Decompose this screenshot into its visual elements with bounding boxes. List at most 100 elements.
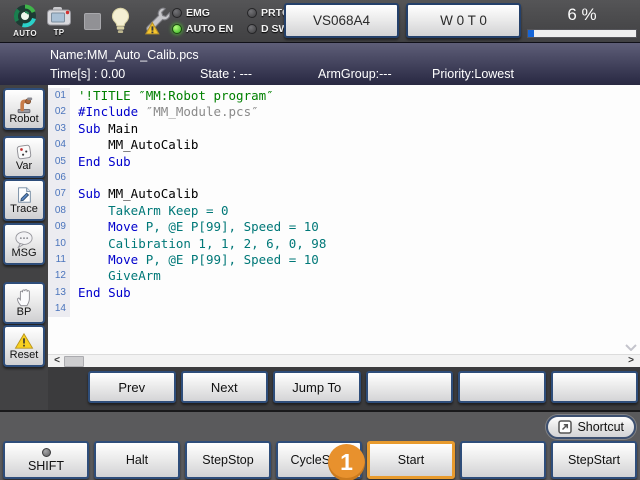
bottom-button-halt[interactable]: Halt	[94, 441, 180, 479]
scrollbar-thumb[interactable]	[64, 356, 84, 367]
sidebar-item-reset[interactable]: Reset	[3, 325, 45, 367]
line-number: 07	[48, 186, 70, 202]
bottom-button-label: StepStart	[568, 453, 620, 467]
sidebar-item-trace[interactable]: Trace	[3, 179, 45, 221]
prtct-led-icon	[247, 8, 257, 18]
line-number: 10	[48, 236, 70, 252]
sidebar-item-label: Robot	[9, 114, 38, 125]
code-line[interactable]: 14	[48, 301, 640, 317]
program-info-header: Name:MM_Auto_Calib.pcs Time[s] : 0.00 St…	[0, 42, 640, 85]
trace-document-icon	[15, 186, 33, 204]
bottom-button-shift[interactable]: SHIFT	[3, 441, 89, 479]
nav-button-blank-3[interactable]	[366, 371, 454, 403]
emg-led-label: EMG	[186, 7, 210, 19]
robot-type-button[interactable]: VS068A4	[284, 3, 399, 38]
code-line-text	[70, 170, 78, 186]
teach-pendant-screen: AUTO TP	[0, 0, 640, 480]
code-line-text: Move P, @E P[99], Speed = 10	[70, 219, 319, 235]
sidebar-item-var[interactable]: Var	[3, 136, 45, 178]
reset-warning-icon	[14, 332, 34, 350]
code-line-text: '!TITLE ″MM:Robot program″	[70, 88, 274, 104]
line-number: 06	[48, 170, 70, 186]
lamp-icon	[111, 7, 130, 40]
code-line-text: GiveArm	[70, 268, 161, 284]
bottom-button-label: Start	[398, 453, 424, 467]
bottom-button-blank[interactable]	[460, 441, 546, 479]
shortcut-arrow-icon	[558, 420, 572, 434]
bottom-button-label: StepStop	[202, 453, 253, 467]
code-line[interactable]: 04 MM_AutoCalib	[48, 137, 640, 153]
auto-swirl-icon	[13, 4, 37, 28]
scroll-down-chevron-icon[interactable]	[625, 344, 637, 351]
bottom-button-stepstart[interactable]: StepStart	[551, 441, 637, 479]
hand-stop-icon	[15, 288, 33, 307]
line-number: 01	[48, 88, 70, 104]
code-line-text: Calibration 1, 1, 2, 6, 0, 98	[70, 236, 326, 252]
sidebar-item-robot[interactable]: Robot	[3, 88, 45, 130]
program-time: Time[s] : 0.00	[50, 67, 125, 81]
auto-mode-icon: AUTO	[11, 4, 39, 38]
bottom-control-area: Shortcut SHIFTHaltStepStopCycleStopStart…	[0, 410, 640, 480]
speed-indicator: 6 %	[527, 2, 637, 38]
code-line[interactable]: 01'!TITLE ″MM:Robot program″	[48, 88, 640, 104]
auto-label: AUTO	[13, 29, 37, 38]
line-number: 13	[48, 285, 70, 301]
program-state: State : ---	[200, 67, 252, 81]
program-armgroup: ArmGroup:---	[318, 67, 392, 81]
inactive-mode-icon	[84, 13, 101, 30]
shortcut-button[interactable]: Shortcut	[546, 415, 636, 439]
speed-progress-fill	[528, 30, 534, 37]
sidebar-item-bp[interactable]: BP	[3, 282, 45, 324]
code-line[interactable]: 08 TakeArm Keep = 0	[48, 203, 640, 219]
nav-button-next[interactable]: Next	[181, 371, 269, 403]
line-number: 08	[48, 203, 70, 219]
program-priority: Priority:Lowest	[432, 67, 514, 81]
sidebar-item-msg[interactable]: MSG	[3, 223, 45, 265]
bottom-button-label: SHIFT	[28, 459, 64, 473]
code-line[interactable]: 10 Calibration 1, 1, 2, 6, 0, 98	[48, 236, 640, 252]
click-annotation-badge: 1	[328, 444, 365, 480]
nav-button-blank-5[interactable]	[551, 371, 639, 403]
bottom-button-start[interactable]: Start	[367, 441, 455, 479]
line-number: 04	[48, 137, 70, 153]
led-column-1: EMG AUTO EN	[172, 6, 233, 35]
code-line[interactable]: 07Sub MM_AutoCalib	[48, 186, 640, 202]
code-line-text: End Sub	[70, 285, 131, 301]
sidebar-item-label: Reset	[10, 350, 39, 361]
code-lines: 01'!TITLE ″MM:Robot program″02#Include ″…	[48, 85, 640, 317]
top-status-bar: AUTO TP	[0, 0, 640, 42]
nav-button-blank-4[interactable]	[458, 371, 546, 403]
bottom-button-stepstop[interactable]: StepStop	[185, 441, 271, 479]
emg-led-icon	[172, 8, 182, 18]
sidebar-item-label: Trace	[10, 204, 38, 215]
nav-button-prev[interactable]: Prev	[88, 371, 176, 403]
line-number: 14	[48, 301, 70, 317]
left-toolbar: Robot Var Trace MSG	[0, 85, 48, 410]
maintenance-warning-icon	[140, 6, 170, 41]
line-number: 03	[48, 121, 70, 137]
bottom-button-row: SHIFTHaltStepStopCycleStopStartStepStart	[3, 441, 637, 479]
code-line[interactable]: 11 Move P, @E P[99], Speed = 10	[48, 252, 640, 268]
code-line[interactable]: 09 Move P, @E P[99], Speed = 10	[48, 219, 640, 235]
shortcut-label: Shortcut	[577, 420, 624, 434]
robot-arm-icon	[14, 94, 34, 114]
nav-button-jump-to[interactable]: Jump To	[273, 371, 361, 403]
work-tool-button[interactable]: W 0 T 0	[406, 3, 521, 38]
code-line-text: #Include ″MM_Module.pcs″	[70, 104, 259, 120]
speed-progress-bar	[527, 29, 637, 38]
sidebar-item-label: BP	[17, 307, 32, 318]
code-line[interactable]: 12 GiveArm	[48, 268, 640, 284]
code-line-text: Sub Main	[70, 121, 138, 137]
horizontal-scrollbar[interactable]: < >	[48, 354, 640, 367]
tp-camera-icon	[46, 6, 72, 27]
code-line[interactable]: 05End Sub	[48, 154, 640, 170]
code-line[interactable]: 03Sub Main	[48, 121, 640, 137]
code-line[interactable]: 06	[48, 170, 640, 186]
line-number: 09	[48, 219, 70, 235]
code-line[interactable]: 02#Include ″MM_Module.pcs″	[48, 104, 640, 120]
code-line[interactable]: 13End Sub	[48, 285, 640, 301]
code-line-text: Move P, @E P[99], Speed = 10	[70, 252, 319, 268]
speed-percent-text: 6 %	[527, 2, 637, 27]
auto-en-led-row: AUTO EN	[172, 22, 233, 35]
program-code-editor[interactable]: 01'!TITLE ″MM:Robot program″02#Include ″…	[48, 85, 640, 367]
